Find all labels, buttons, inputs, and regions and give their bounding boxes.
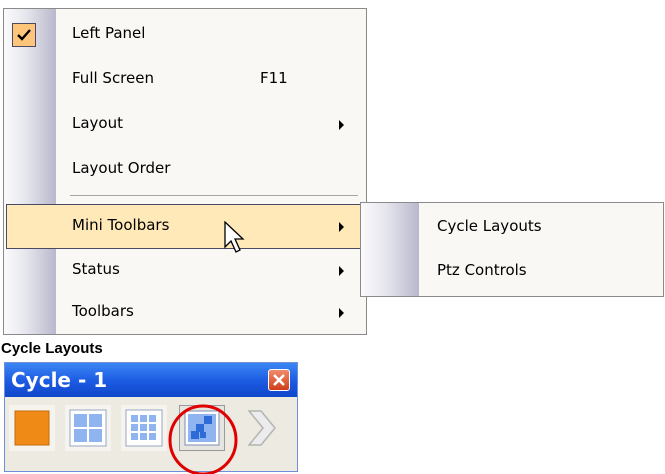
menu-item-cycle-layouts[interactable]: Cycle Layouts	[361, 205, 663, 250]
layout-2x2-button[interactable]	[65, 405, 111, 451]
layout-nine-icon	[125, 409, 163, 447]
menu-item-label: Layout Order	[72, 159, 171, 177]
mini-toolbars-submenu: Cycle Layouts Ptz Controls	[360, 202, 664, 297]
submenu-arrow-icon	[339, 266, 344, 276]
annotation-circle	[168, 404, 238, 474]
menu-item-label: Full Screen	[72, 69, 154, 87]
close-icon	[273, 374, 285, 386]
layout-single-icon	[14, 410, 50, 446]
menu-item-status[interactable]: Status	[4, 248, 366, 293]
chevron-right-icon	[247, 410, 276, 446]
close-button[interactable]	[268, 369, 290, 391]
layout-1x1-button[interactable]	[9, 405, 55, 451]
menu-item-highlight	[6, 204, 364, 249]
menu-item-label: Toolbars	[72, 302, 134, 320]
toolbar-body	[5, 397, 297, 471]
next-layout-button[interactable]	[237, 405, 283, 451]
layout-quad-icon	[69, 409, 107, 447]
cycle-toolbar-window: Cycle - 1	[4, 362, 298, 472]
menu-item-left-panel[interactable]: Left Panel	[4, 12, 366, 57]
menu-item-label: Status	[72, 260, 120, 278]
menu-item-layout[interactable]: Layout	[4, 102, 366, 147]
section-caption: Cycle Layouts	[1, 340, 103, 357]
toolbar-title: Cycle - 1	[11, 368, 108, 392]
menu-item-label: Mini Toolbars	[72, 216, 170, 234]
view-menu: Left Panel Full Screen F11 Layout Layout…	[3, 8, 367, 335]
toolbar-title-bar[interactable]: Cycle - 1	[5, 363, 297, 397]
menu-item-ptz-controls[interactable]: Ptz Controls	[361, 249, 663, 294]
submenu-arrow-icon	[339, 120, 344, 130]
menu-item-toolbars[interactable]: Toolbars	[4, 290, 366, 335]
submenu-arrow-icon	[339, 222, 344, 232]
layout-3x3-button[interactable]	[121, 405, 167, 451]
menu-item-label: Layout	[72, 114, 123, 132]
menu-item-shortcut: F11	[260, 69, 288, 87]
menu-item-label: Cycle Layouts	[437, 217, 542, 235]
mouse-cursor-icon	[224, 221, 245, 253]
menu-item-label: Left Panel	[72, 24, 146, 42]
checkmark-icon	[12, 23, 36, 47]
menu-item-mini-toolbars[interactable]: Mini Toolbars	[6, 204, 364, 249]
menu-item-layout-order[interactable]: Layout Order	[4, 147, 366, 192]
menu-item-full-screen[interactable]: Full Screen F11	[4, 57, 366, 102]
submenu-arrow-icon	[339, 308, 344, 318]
menu-item-label: Ptz Controls	[437, 261, 527, 279]
menu-separator	[70, 195, 358, 196]
